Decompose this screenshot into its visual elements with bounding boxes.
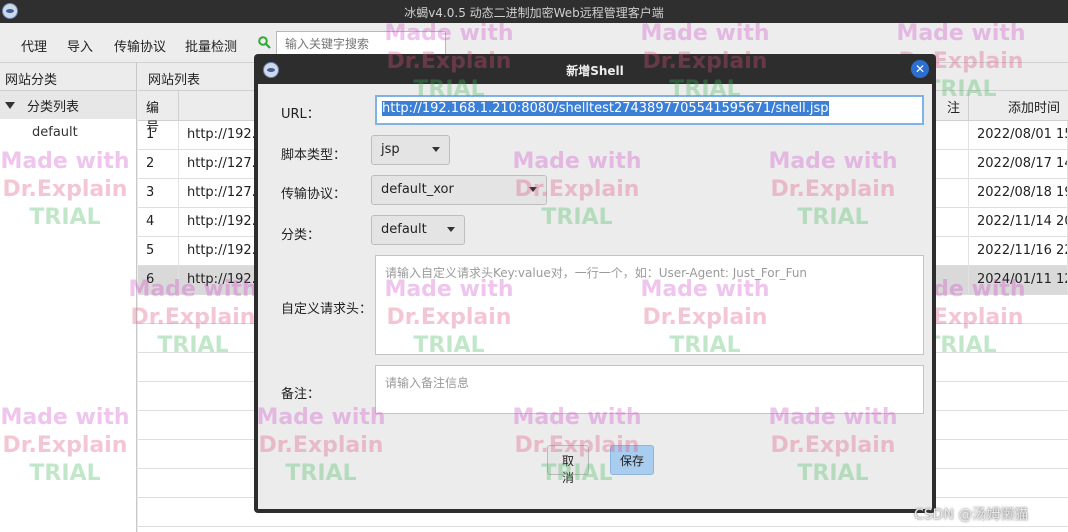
- cell-added-time: 2022/08/18 19: [969, 179, 1068, 208]
- chevron-down-icon: [529, 187, 537, 192]
- script-type-value: jsp: [381, 142, 400, 157]
- url-input[interactable]: http://192.168.1.210:8080/shelltest27438…: [375, 95, 924, 125]
- cell-id: 5: [138, 237, 179, 266]
- search-icon[interactable]: [258, 36, 271, 49]
- url-input-value: http://192.168.1.210:8080/shelltest27438…: [382, 101, 829, 116]
- menu-transport-protocol[interactable]: 传输协议: [114, 36, 166, 55]
- protocol-select[interactable]: default_xor: [371, 175, 547, 205]
- chevron-down-icon: [432, 147, 440, 152]
- cell-added-time: 2024/01/11 12: [969, 266, 1068, 295]
- window-titlebar: 冰蝎v4.0.5 动态二进制加密Web远程管理客户端: [0, 0, 1068, 23]
- cell-id: 6: [138, 266, 179, 295]
- category-panel-header: 网站分类: [0, 63, 136, 91]
- remark-textarea[interactable]: 请输入备注信息: [375, 365, 924, 414]
- column-header-added-time[interactable]: 添加时间: [969, 91, 1068, 121]
- category-tree-root-label: 分类列表: [27, 99, 80, 115]
- custom-headers-textarea[interactable]: 请输入自定义请求头Key:value对，一行一个，如：User-Agent: J…: [375, 255, 924, 355]
- cell-id: 4: [138, 208, 179, 237]
- cell-added-time: 2022/11/16 22: [969, 237, 1068, 266]
- cell-added-time: 2022/08/01 15: [969, 121, 1068, 150]
- category-value: default: [381, 222, 427, 237]
- category-tree-root[interactable]: 分类列表: [0, 91, 136, 119]
- cell-id: 1: [138, 121, 179, 150]
- remark-label: 备注：: [281, 387, 321, 402]
- custom-headers-label: 自定义请求头：: [281, 302, 373, 317]
- script-type-select[interactable]: jsp: [371, 135, 450, 165]
- add-shell-dialog: 新增Shell ✕ URL： http://192.168.1.210:8080…: [254, 54, 936, 513]
- dialog-title: 新增Shell: [566, 64, 624, 78]
- cell-added-time: 2022/08/17 14: [969, 150, 1068, 179]
- column-header-id[interactable]: 编号: [138, 91, 179, 135]
- cell-id: 2: [138, 150, 179, 179]
- window-title: 冰蝎v4.0.5 动态二进制加密Web远程管理客户端: [404, 6, 664, 20]
- expand-arrow-icon[interactable]: [5, 101, 15, 109]
- category-panel: 网站分类 分类列表 default: [0, 63, 137, 532]
- menu-proxy[interactable]: 代理: [21, 36, 47, 55]
- cell-id: 3: [138, 179, 179, 208]
- category-label: 分类：: [281, 228, 321, 243]
- save-button[interactable]: 保存: [610, 445, 654, 475]
- footer-credit: CSDN @汤姆懒猫: [914, 507, 1029, 523]
- script-type-label: 脚本类型：: [281, 148, 347, 163]
- close-icon[interactable]: ✕: [911, 60, 929, 78]
- category-select[interactable]: default: [371, 215, 465, 245]
- menu-batch-check[interactable]: 批量检测: [185, 36, 237, 55]
- cell-added-time: 2022/11/14 20: [969, 208, 1068, 237]
- menu-import[interactable]: 导入: [67, 36, 93, 55]
- cancel-button[interactable]: 取消: [547, 445, 589, 485]
- url-label: URL：: [281, 107, 320, 122]
- protocol-label: 传输协议：: [281, 187, 347, 202]
- dialog-body: URL： http://192.168.1.210:8080/shelltest…: [258, 84, 932, 509]
- dialog-titlebar[interactable]: 新增Shell ✕: [254, 54, 936, 84]
- protocol-value: default_xor: [381, 182, 454, 197]
- category-item-default[interactable]: default: [0, 119, 136, 146]
- chevron-down-icon: [447, 227, 455, 232]
